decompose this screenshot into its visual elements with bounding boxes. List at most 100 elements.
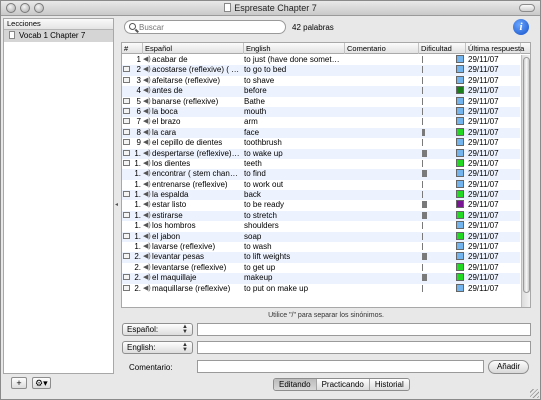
language-1-field[interactable] [197,323,531,336]
english-cell[interactable]: to put on make up [244,284,344,294]
spanish-cell[interactable]: afeitarse (reflexive) [152,76,244,86]
table-row[interactable]: 2. ◀) el maquillaje makeup 29/11/07 [122,273,520,284]
table-row[interactable]: 1. ◀) el jabon soap 29/11/07 [122,231,520,243]
speaker-icon[interactable]: ◀) [143,242,151,252]
speaker-icon[interactable]: ◀) [143,180,151,190]
comment-field[interactable] [197,360,484,373]
table-row[interactable]: 1. ◀) los dientes teeth 29/11/07 [122,158,520,170]
search-field[interactable] [124,20,286,34]
column-header-comentario[interactable]: Comentario [345,43,419,54]
tab-editando[interactable]: Editando [274,379,317,390]
action-menu-button[interactable]: ⚙▾ [32,377,51,389]
english-cell[interactable]: to work out [244,180,344,190]
spanish-cell[interactable]: el cepillo de dientes [152,138,244,148]
english-cell[interactable]: makeup [244,273,344,283]
english-cell[interactable]: mouth [244,107,344,117]
speaker-icon[interactable]: ◀) [143,65,151,75]
table-row[interactable]: 9 ◀) el cepillo de dientes toothbrush 29/11/… [122,138,520,149]
scrollbar-thumb[interactable] [523,57,530,293]
english-cell[interactable]: to get up [244,263,344,273]
column-header-dificultad[interactable]: Dificultad [419,43,466,54]
speaker-icon[interactable]: ◀) [143,107,151,117]
column-header-espanol[interactable]: Español [143,43,244,54]
speaker-icon[interactable]: ◀) [143,211,151,221]
table-row[interactable]: 2. ◀) maquillarse (reflexive) to put on mak… [122,283,520,294]
english-cell[interactable]: to find [244,169,344,179]
column-header-number[interactable]: # [122,43,143,54]
speaker-icon[interactable]: ◀) [143,190,151,200]
table-row[interactable]: 1. ◀) los hombros shoulders 29/11/07 [122,221,520,232]
language-1-select[interactable]: Español: ▲ ▼ [122,323,193,336]
speaker-icon[interactable]: ◀) [143,86,151,96]
speaker-icon[interactable]: ◀) [143,273,151,283]
table-row[interactable]: 2. ◀) levantar pesas to lift weights 29/11/0… [122,252,520,263]
spanish-cell[interactable]: despertarse (reflexive)… [152,149,244,159]
spanish-cell[interactable]: encontrar ( stem chan… [152,169,244,179]
spanish-cell[interactable]: estar listo [152,200,244,210]
english-cell[interactable]: Bathe [244,97,344,107]
table-row[interactable]: 1 ◀) acabar de to just (have done somet… 29/… [122,55,520,66]
speaker-icon[interactable]: ◀) [143,284,151,294]
speaker-icon[interactable]: ◀) [143,117,151,127]
english-cell[interactable]: before [244,86,344,96]
spanish-cell[interactable]: la boca [152,107,244,117]
splitter-handle-icon[interactable]: ◂ [115,201,119,208]
language-2-select[interactable]: English: ▲ ▼ [122,341,193,354]
table-row[interactable]: 2. ◀) levantarse (reflexive) to get up 29/11… [122,262,520,274]
table-row[interactable]: 1. ◀) lavarse (reflexive) to wash 29/11/07 [122,242,520,253]
sidebar-item-vocab-1[interactable]: Vocab 1 Chapter 7 [4,30,113,42]
info-icon[interactable]: i [513,19,529,35]
spanish-cell[interactable]: el maquillaje [152,273,244,283]
table-row[interactable]: 1. ◀) despertarse (reflexive)… to wake up 29… [122,148,520,159]
english-cell[interactable]: soap [244,232,344,242]
spanish-cell[interactable]: entrenarse (reflexive) [152,180,244,190]
spanish-cell[interactable]: antes de [152,86,244,96]
spanish-cell[interactable]: banarse (reflexive) [152,97,244,107]
add-word-button[interactable]: Añadir [488,360,529,374]
spanish-cell[interactable]: acabar de [152,55,244,65]
table-row[interactable]: 1. ◀) estirarse to stretch 29/11/07 [122,210,520,222]
tab-practicando[interactable]: Practicando [316,379,370,390]
english-cell[interactable]: arm [244,117,344,127]
toolbar-toggle-button[interactable] [519,4,535,12]
resize-grip-icon[interactable] [530,389,539,398]
english-cell[interactable]: to lift weights [244,252,344,262]
speaker-icon[interactable]: ◀) [143,200,151,210]
table-row[interactable]: 7 ◀) el brazo arm 29/11/07 [122,117,520,128]
english-cell[interactable]: to be ready [244,200,344,210]
english-cell[interactable]: to stretch [244,211,344,221]
tab-historial[interactable]: Historial [369,379,409,390]
spanish-cell[interactable]: la cara [152,128,244,138]
search-input[interactable] [139,22,279,32]
speaker-icon[interactable]: ◀) [143,221,151,231]
speaker-icon[interactable]: ◀) [143,97,151,107]
spanish-cell[interactable]: acostarse (reflexive) ( … [152,65,244,75]
speaker-icon[interactable]: ◀) [143,169,151,179]
english-cell[interactable]: to just (have done somet… [244,55,344,65]
spanish-cell[interactable]: el brazo [152,117,244,127]
speaker-icon[interactable]: ◀) [143,263,151,273]
speaker-icon[interactable]: ◀) [143,159,151,169]
table-row[interactable]: 2 ◀) acostarse (reflexive) ( … to go to bed… [122,65,520,76]
table-row[interactable]: 5 ◀) banarse (reflexive) Bathe 29/11/07 [122,96,520,107]
english-cell[interactable]: to shave [244,76,344,86]
language-2-field[interactable] [197,341,531,354]
spanish-cell[interactable]: lavarse (reflexive) [152,242,244,252]
english-cell[interactable]: to go to bed [244,65,344,75]
table-row[interactable]: 1. ◀) entrenarse (reflexive) to work out 29/… [122,179,520,191]
spanish-cell[interactable]: estirarse [152,211,244,221]
spanish-cell[interactable]: los dientes [152,159,244,169]
spanish-cell[interactable]: la espalda [152,190,244,200]
english-cell[interactable]: to wash [244,242,344,252]
add-lesson-button[interactable]: + [11,377,27,389]
english-cell[interactable]: teeth [244,159,344,169]
table-row[interactable]: 4 ◀) antes de before 29/11/07 [122,86,520,97]
speaker-icon[interactable]: ◀) [143,128,151,138]
spanish-cell[interactable]: levantar pesas [152,252,244,262]
column-header-ultima-respuesta[interactable]: Última respuesta [466,43,524,54]
table-scrollbar[interactable] [521,55,530,307]
speaker-icon[interactable]: ◀) [143,252,151,262]
speaker-icon[interactable]: ◀) [143,232,151,242]
english-cell[interactable]: back [244,190,344,200]
table-row[interactable]: 1. ◀) encontrar ( stem chan… to find 29/11/0… [122,169,520,180]
